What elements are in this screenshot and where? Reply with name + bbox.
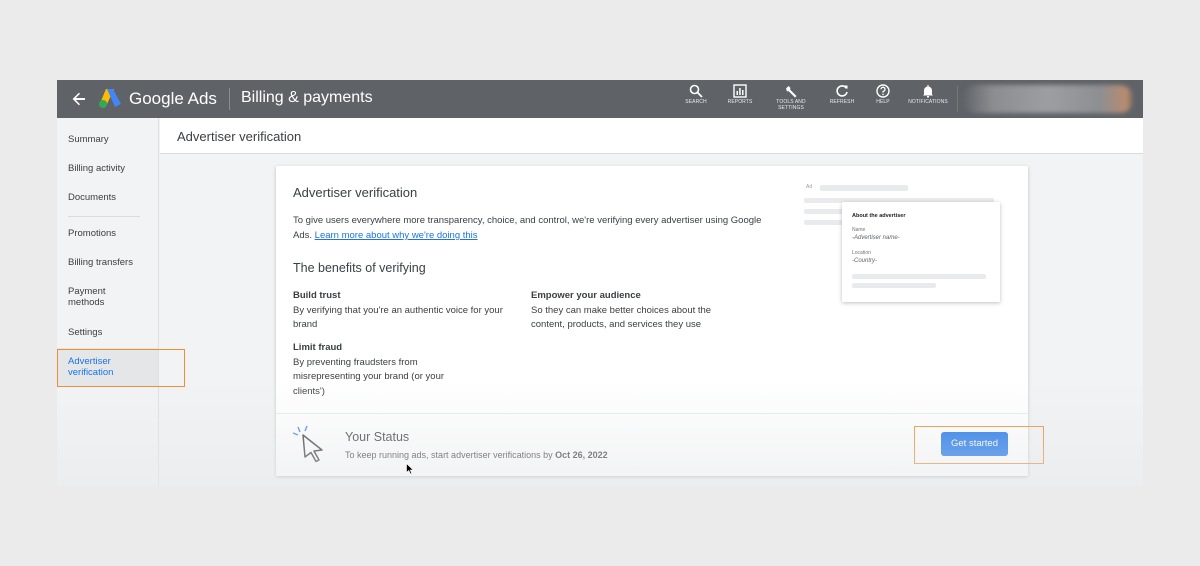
google-ads-logo-icon bbox=[99, 89, 121, 108]
benefit-heading: Empower your audience bbox=[531, 290, 641, 301]
preview-name-label: Name bbox=[852, 227, 866, 233]
sidebar-item-promotions[interactable]: Promotions bbox=[68, 228, 152, 239]
preview-card-title: About the advertiser bbox=[852, 213, 906, 219]
cursor-click-icon bbox=[292, 425, 323, 463]
preview-bar bbox=[852, 274, 986, 279]
status-deadline: Oct 26, 2022 bbox=[555, 450, 608, 460]
status-message: To keep running ads, start advertiser ve… bbox=[345, 450, 608, 460]
back-arrow-icon[interactable] bbox=[67, 87, 91, 111]
preview-bar bbox=[820, 185, 908, 191]
benefit-text: By verifying that you're an authentic vo… bbox=[293, 304, 503, 331]
reports-button[interactable]: REPORTS bbox=[714, 82, 766, 116]
header-divider bbox=[229, 88, 230, 110]
page-title: Advertiser verification bbox=[177, 129, 302, 144]
brand-name: Google Ads bbox=[129, 89, 217, 108]
benefit-heading: Build trust bbox=[293, 290, 341, 301]
wrench-icon bbox=[786, 86, 797, 98]
sidebar-item-billing-transfers[interactable]: Billing transfers bbox=[68, 257, 152, 268]
sidebar-highlight-box bbox=[57, 349, 185, 387]
benefits-title: The benefits of verifying bbox=[293, 261, 426, 275]
account-switcher[interactable] bbox=[962, 85, 1134, 113]
sidebar-divider bbox=[68, 216, 140, 217]
intro-paragraph: To give users everywhere more transparen… bbox=[293, 213, 763, 243]
sidebar-item-payment-methods[interactable]: Payment methods bbox=[68, 286, 124, 308]
benefit-limit-fraud: Limit fraud By preventing fraudsters fro… bbox=[293, 341, 468, 399]
top-bar: Google Ads Billing & payments SEARCH REP… bbox=[57, 80, 1143, 118]
section-title: Billing & payments bbox=[241, 89, 373, 106]
status-title: Your Status bbox=[345, 430, 410, 444]
status-message-text: To keep running ads, start advertiser ve… bbox=[345, 450, 553, 460]
search-icon bbox=[689, 84, 703, 98]
button-highlight-box bbox=[914, 426, 1044, 464]
sidebar-item-settings[interactable]: Settings bbox=[68, 327, 152, 338]
about-advertiser-card: About the advertiser Name -Advertiser na… bbox=[842, 202, 1000, 302]
reports-icon bbox=[733, 84, 747, 98]
advertiser-preview-illustration: Ad About the advertiser Name -Advertiser… bbox=[804, 184, 1004, 314]
learn-more-link[interactable]: Learn more about why we're doing this bbox=[315, 230, 478, 241]
preview-name-value: -Advertiser name- bbox=[852, 235, 900, 241]
preview-location-label: Location bbox=[852, 250, 871, 256]
sidebar-item-billing-activity[interactable]: Billing activity bbox=[68, 163, 152, 174]
sidebar: Summary Billing activity Documents Promo… bbox=[57, 118, 159, 486]
tools-and-settings-button[interactable]: TOOLS AND SETTINGS bbox=[765, 82, 817, 116]
sidebar-item-documents[interactable]: Documents bbox=[68, 192, 152, 203]
benefit-empower-audience: Empower your audience So they can make b… bbox=[531, 289, 741, 333]
refresh-icon bbox=[836, 85, 848, 97]
preview-location-value: -Country- bbox=[852, 258, 878, 264]
ad-label: Ad bbox=[806, 184, 813, 190]
benefit-build-trust: Build trust By verifying that you're an … bbox=[293, 289, 503, 333]
app-window: Google Ads Billing & payments SEARCH REP… bbox=[57, 80, 1143, 486]
sidebar-item-summary[interactable]: Summary bbox=[68, 134, 152, 145]
tools-and-settings-label: TOOLS AND SETTINGS bbox=[776, 99, 806, 111]
benefit-text: So they can make better choices about th… bbox=[531, 304, 712, 331]
mouse-pointer-icon bbox=[406, 463, 414, 475]
notifications-button[interactable]: NOTIFICATIONS bbox=[902, 82, 954, 116]
content-header: Advertiser verification bbox=[160, 118, 1143, 154]
notifications-label: NOTIFICATIONS bbox=[908, 99, 948, 105]
bell-icon bbox=[923, 85, 933, 98]
help-icon bbox=[876, 84, 890, 98]
reports-label: REPORTS bbox=[727, 99, 753, 105]
benefit-heading: Limit fraud bbox=[293, 342, 343, 353]
account-divider bbox=[957, 86, 958, 112]
preview-bar bbox=[852, 283, 936, 288]
benefit-text: By preventing fraudsters from misreprese… bbox=[293, 356, 445, 397]
card-title: Advertiser verification bbox=[293, 185, 418, 200]
